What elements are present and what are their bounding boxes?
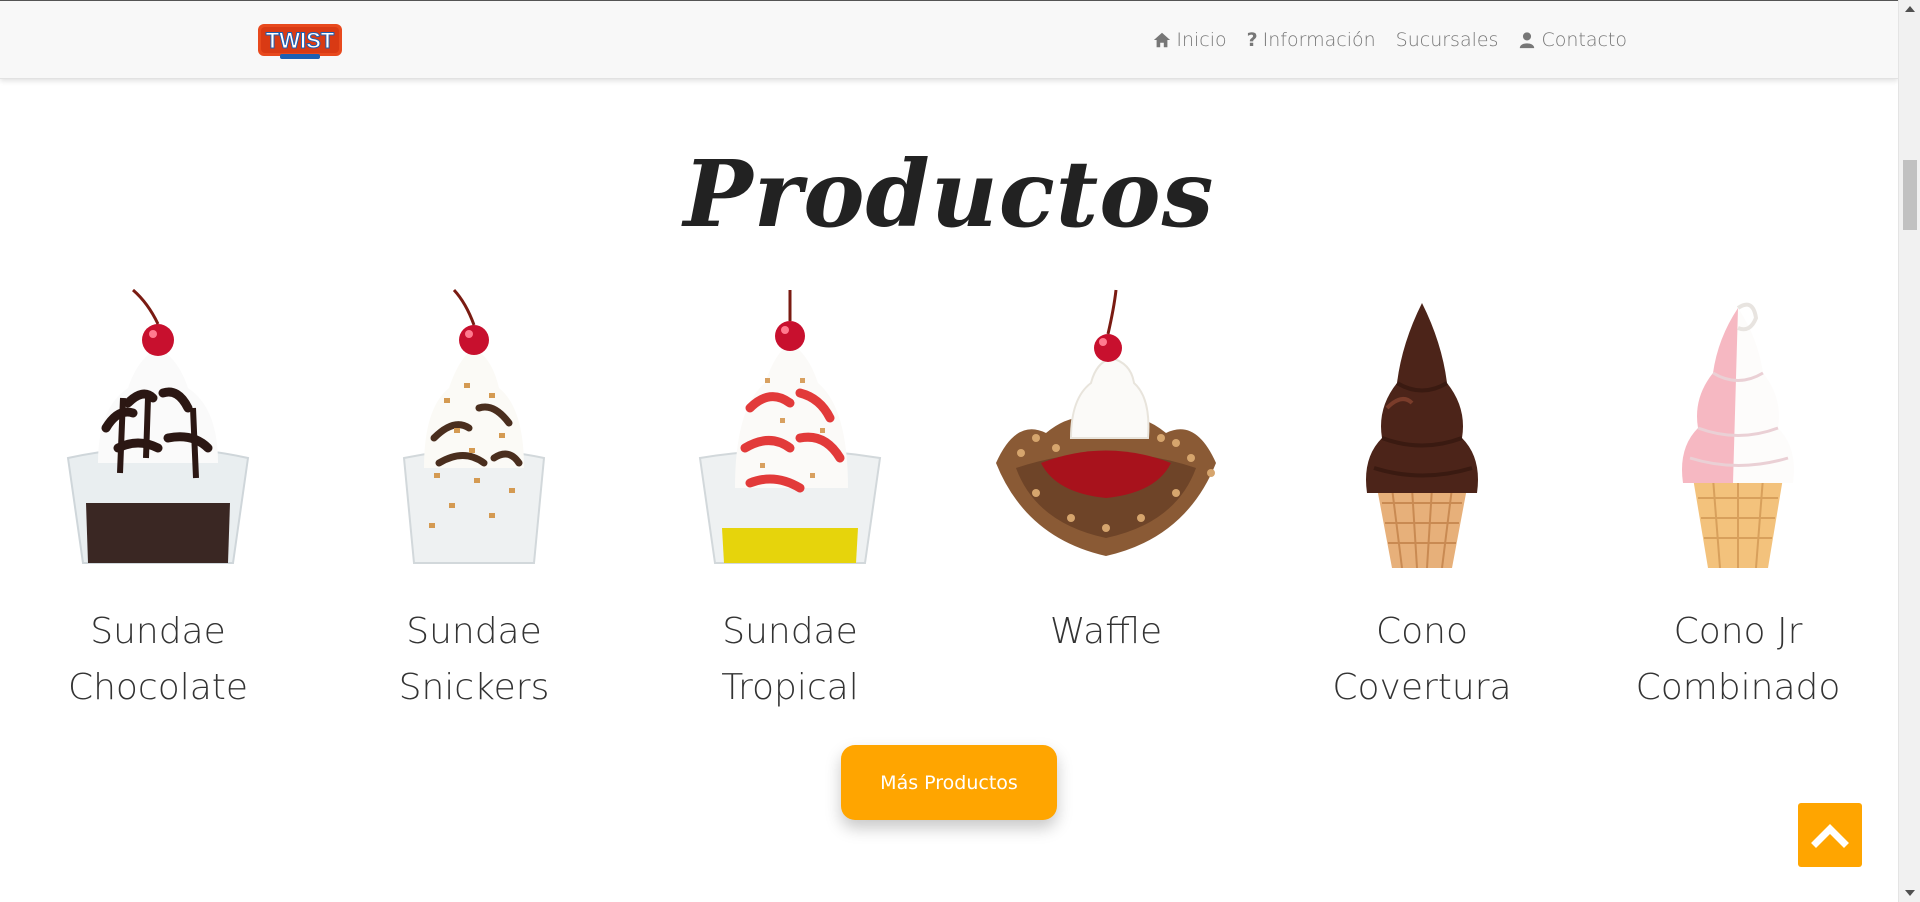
cono-jr-combinado-image: [1682, 302, 1794, 568]
product-card[interactable]: Waffle: [948, 288, 1264, 660]
product-name: Sundae Tropical: [721, 611, 859, 708]
user-icon: [1520, 32, 1535, 49]
section-title: Productos: [683, 140, 1215, 248]
logo-text: TWIST: [266, 28, 335, 53]
home-icon: [1154, 32, 1171, 48]
product-name: Cono Jr Combinado: [1635, 611, 1841, 708]
twist-logo[interactable]: TWIST: [256, 18, 344, 62]
nav-label-informacion: Información: [1262, 29, 1376, 51]
nav-label-contacto: Contacto: [1541, 29, 1627, 51]
scroll-up-arrow[interactable]: [1905, 6, 1915, 12]
nav-label-sucursales: Sucursales: [1395, 29, 1499, 51]
navbar: TWIST Inicio ? Información Sucursales Co…: [0, 0, 1898, 79]
scroll-down-arrow[interactable]: [1905, 890, 1915, 896]
nav-item-inicio[interactable]: Inicio: [1153, 29, 1227, 51]
scrollbar-thumb[interactable]: [1903, 160, 1917, 230]
cono-covertura-image: [1366, 303, 1478, 568]
sundae-tropical-image: [698, 290, 882, 564]
product-card[interactable]: Sundae Snickers: [316, 288, 632, 716]
sundae-chocolate-image: [66, 288, 250, 564]
product-card[interactable]: Sundae Chocolate: [0, 288, 316, 716]
nav-menu: Inicio ? Información Sucursales Contacto: [1153, 29, 1627, 51]
product-card[interactable]: Cono Covertura: [1264, 288, 1580, 716]
sundae-snickers-image: [402, 288, 546, 564]
products-grid: Sundae Chocolate Sundae Snickers Sundae …: [0, 288, 1898, 708]
scroll-to-top-button[interactable]: [1798, 803, 1862, 867]
nav-label-inicio: Inicio: [1176, 29, 1227, 51]
vertical-scrollbar[interactable]: [1898, 0, 1920, 902]
nav-item-contacto[interactable]: Contacto: [1518, 29, 1627, 51]
product-card[interactable]: Sundae Tropical: [632, 288, 948, 716]
question-icon: ?: [1246, 29, 1258, 51]
product-name: Waffle: [1049, 611, 1163, 652]
product-card[interactable]: Cono Jr Combinado: [1580, 288, 1896, 716]
nav-item-informacion[interactable]: ? Información: [1247, 29, 1376, 51]
product-name: Cono Covertura: [1332, 611, 1512, 708]
chevron-up-icon: [1811, 824, 1849, 848]
waffle-image: [996, 289, 1216, 556]
nav-item-sucursales[interactable]: Sucursales: [1396, 29, 1499, 51]
product-name: Sundae Chocolate: [67, 611, 249, 708]
product-name: Sundae Snickers: [398, 611, 550, 708]
more-products-button[interactable]: Más Productos: [841, 745, 1057, 820]
